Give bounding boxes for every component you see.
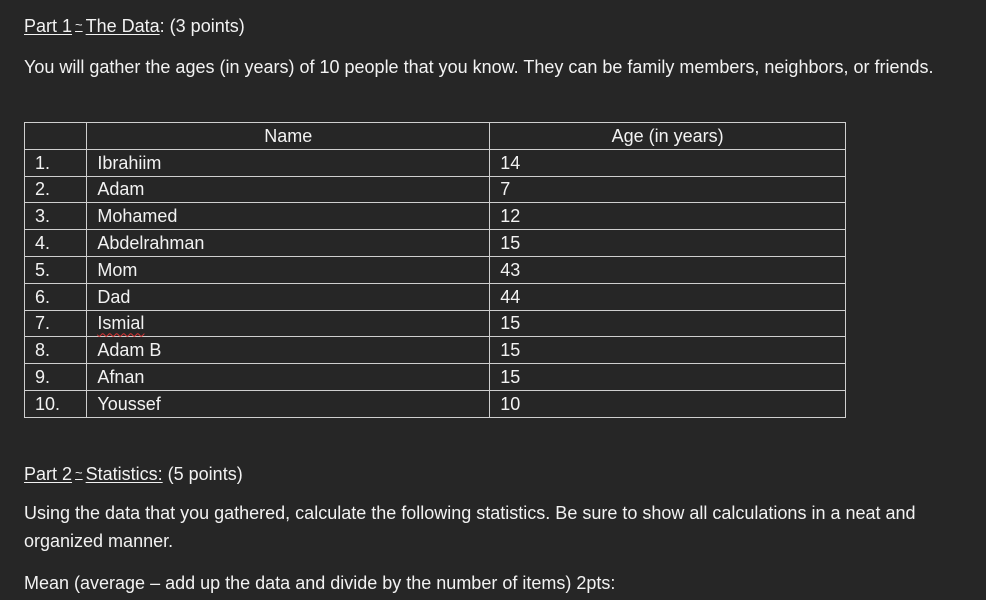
table-row: 2. Adam 7	[23, 175, 846, 204]
row-name: Youssef	[86, 389, 491, 418]
row-number: 4.	[23, 229, 88, 257]
intro-paragraph: You will gather the ages (in years) of 1…	[24, 57, 934, 77]
part2-heading: Part 2 ~ Statistics: (5 points)	[24, 462, 243, 485]
row-number: 1.	[23, 148, 88, 177]
row-name: Adam B	[86, 336, 491, 365]
table-row: 9. Afnan 15	[23, 363, 846, 391]
row-number: 8.	[23, 336, 88, 365]
row-number: 9.	[23, 363, 88, 391]
part2-title: Statistics:	[85, 464, 163, 484]
spellcheck-flagged-name[interactable]: Ismial	[97, 313, 144, 333]
row-number: 6.	[23, 282, 88, 311]
part1-tilde: ~	[75, 17, 83, 32]
row-number: 2.	[23, 175, 88, 204]
row-age: 10	[489, 389, 846, 418]
part2-tilde: ~	[75, 465, 83, 480]
header-name: Name	[86, 122, 491, 150]
part2-label: Part 2	[24, 464, 73, 484]
table-row: 4. Abdelrahman 15	[23, 229, 846, 257]
row-age: 14	[489, 148, 846, 177]
row-name: Ibrahiim	[86, 148, 491, 177]
row-number: 7.	[23, 309, 88, 338]
row-age: 43	[489, 255, 846, 284]
ages-table: Name Age (in years) 1. Ibrahiim 14 2. Ad…	[23, 122, 846, 418]
row-age: 12	[489, 202, 846, 231]
mean-prompt: Mean (average – add up the data and divi…	[24, 573, 616, 593]
row-age: 15	[489, 336, 846, 365]
part1-label: Part 1	[24, 16, 73, 36]
table-row: 6. Dad 44	[23, 282, 846, 311]
row-name: Dad	[86, 282, 491, 311]
table-row: 7. Ismial 15	[23, 309, 846, 338]
row-age: 7	[489, 175, 846, 204]
row-name: Adam	[86, 175, 491, 204]
row-age: 15	[489, 309, 846, 338]
row-name: Abdelrahman	[86, 229, 491, 257]
part1-heading: Part 1 ~ The Data: (3 points)	[24, 14, 245, 37]
row-age: 15	[489, 363, 846, 391]
row-name: Ismial	[86, 309, 491, 338]
row-age: 44	[489, 282, 846, 311]
table-row: 8. Adam B 15	[23, 336, 846, 365]
header-age: Age (in years)	[489, 122, 846, 150]
row-name: Mohamed	[86, 202, 491, 231]
part1-points: : (3 points)	[159, 16, 245, 36]
table-header-row: Name Age (in years)	[23, 122, 846, 150]
table-row: 1. Ibrahiim 14	[23, 148, 846, 177]
row-number: 10.	[23, 389, 88, 418]
part2-points: (5 points)	[162, 464, 243, 484]
header-number	[23, 122, 88, 150]
row-name: Afnan	[86, 363, 491, 391]
part1-title: The Data	[85, 16, 160, 36]
table-row: 10. Youssef 10	[23, 389, 846, 418]
row-number: 5.	[23, 255, 88, 284]
table-row: 3. Mohamed 12	[23, 202, 846, 231]
row-number: 3.	[23, 202, 88, 231]
instructions-paragraph: Using the data that you gathered, calcul…	[24, 503, 916, 551]
row-name: Mom	[86, 255, 491, 284]
table-row: 5. Mom 43	[23, 255, 846, 284]
row-age: 15	[489, 229, 846, 257]
